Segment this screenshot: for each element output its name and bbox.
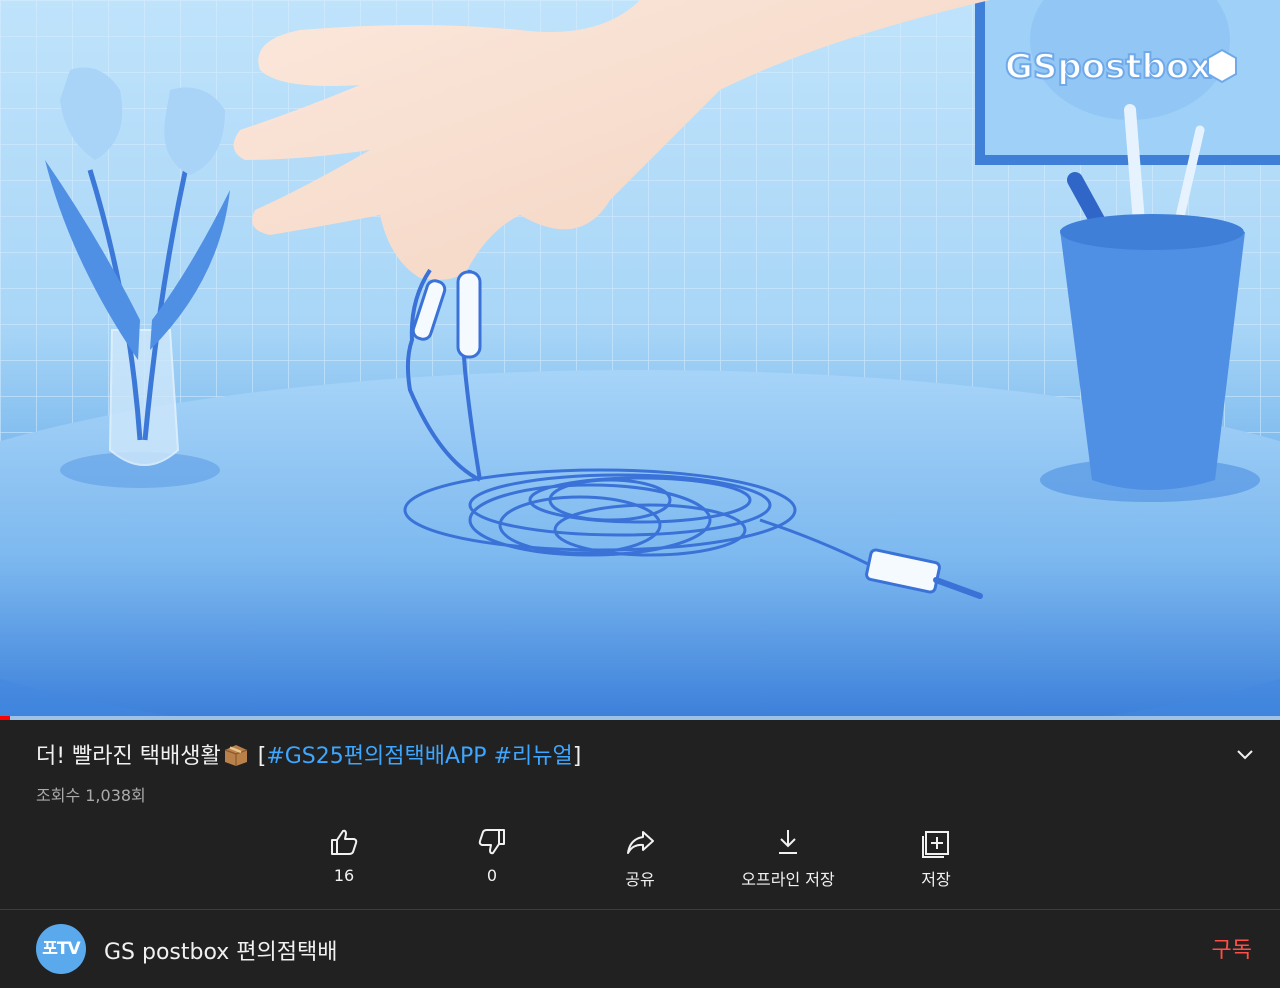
video-info-panel: 더! 빨라진 택배생활 [#GS25편의점택배APP #리뉴얼] 조회수 1,0… [0, 720, 1280, 910]
share-button[interactable]: 공유 [566, 820, 714, 900]
share-icon [627, 831, 654, 854]
title-bracket-close: ] [572, 744, 582, 769]
save-label: 저장 [921, 870, 951, 889]
channel-name[interactable]: GS postbox 편의점택배 [104, 934, 337, 966]
channel-avatar[interactable]: 포TV [36, 924, 86, 974]
title-text: 더! 빨라진 택배생활 [36, 744, 221, 769]
save-playlist-icon [922, 831, 949, 858]
package-box-emoji-icon [224, 745, 247, 766]
title-space [487, 744, 494, 769]
thumbs-up-icon [331, 829, 358, 855]
hashtag-renewal[interactable]: #리뉴얼 [494, 744, 573, 769]
dislike-button[interactable]: 0 [418, 820, 566, 900]
download-button[interactable]: 오프라인 저장 [714, 820, 862, 900]
action-bar: 16 0 공유 오프라인 저장 저장 [270, 820, 1010, 900]
channel-row[interactable]: 포TV GS postbox 편의점택배 구독 [0, 910, 1280, 988]
like-button[interactable]: 16 [270, 820, 418, 900]
like-count: 16 [333, 866, 355, 885]
view-count: 조회수 1,038회 [36, 786, 146, 805]
save-button[interactable]: 저장 [862, 820, 1010, 900]
video-frame-illustration: GSpostbox [0, 0, 1280, 716]
share-label: 공유 [625, 870, 655, 889]
video-player[interactable]: GSpostbox [0, 0, 1280, 716]
box-logo-icon [1207, 48, 1237, 84]
video-watermark: GSpostbox [1005, 47, 1211, 87]
subscribe-button[interactable]: 구독 [1212, 932, 1252, 964]
download-icon [779, 830, 797, 854]
download-label: 오프라인 저장 [741, 870, 835, 889]
video-title: 더! 빨라진 택배생활 [#GS25편의점택배APP #리뉴얼] [36, 742, 581, 772]
thumbs-down-icon [478, 829, 505, 855]
hashtag-gs25-app[interactable]: #GS25편의점택배APP [266, 744, 486, 769]
dislike-count: 0 [486, 866, 498, 885]
chevron-down-icon[interactable] [1232, 742, 1258, 768]
